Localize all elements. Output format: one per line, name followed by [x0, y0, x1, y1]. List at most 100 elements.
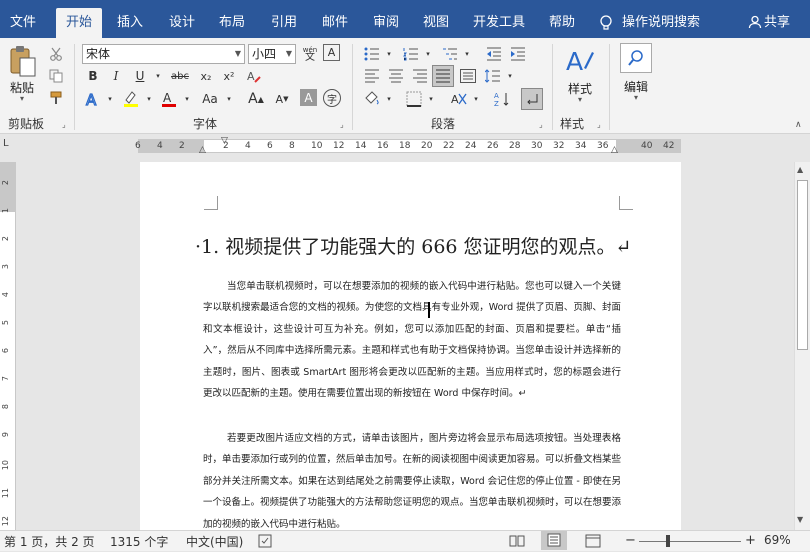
tab-home[interactable]: 开始	[56, 8, 102, 38]
chevron-down-icon[interactable]: ▾	[379, 89, 399, 109]
change-case-button[interactable]: Aa	[199, 89, 221, 109]
ruler-number: 32	[553, 141, 565, 151]
align-center-icon[interactable]	[386, 66, 406, 86]
align-right-icon[interactable]	[410, 66, 430, 86]
body-paragraph[interactable]: 若要更改图片适应文档的方式，请单击该图片，图片旁边将会显示布局选项按钮。当处理表…	[203, 428, 621, 530]
zoom-slider[interactable]	[639, 541, 741, 542]
tab-design[interactable]: 设计	[160, 8, 204, 38]
crop-mark	[619, 196, 633, 210]
styles-icon[interactable]: A	[564, 44, 596, 76]
chevron-down-icon[interactable]: ▾	[634, 93, 638, 102]
right-indent-marker-icon[interactable]: △	[611, 145, 618, 155]
paste-dropdown-icon[interactable]: ▾	[20, 94, 24, 103]
chevron-down-icon[interactable]: ▾	[466, 89, 486, 109]
font-size-combo[interactable]: 小四 ▼	[248, 44, 296, 64]
zoom-slider-thumb[interactable]	[666, 535, 671, 547]
zoom-in-button[interactable]: +	[745, 533, 756, 548]
word-count[interactable]: 1315 个字	[110, 533, 168, 550]
justify-icon[interactable]	[432, 65, 454, 87]
tell-me-search[interactable]: 操作说明搜索	[622, 8, 708, 38]
superscript-button[interactable]: x²	[219, 66, 239, 86]
sort-icon[interactable]: AZ	[492, 89, 512, 109]
copy-icon[interactable]	[46, 66, 66, 86]
paragraph-launcher-icon[interactable]: ⌟	[539, 120, 543, 129]
font-launcher-icon[interactable]: ⌟	[340, 120, 344, 129]
cut-icon[interactable]	[46, 44, 66, 64]
print-layout-icon[interactable]	[541, 531, 567, 550]
ruler-number: 26	[487, 141, 499, 151]
ruler-number: 30	[531, 141, 543, 151]
scroll-up-icon[interactable]: ▲	[797, 165, 803, 174]
decrease-indent-icon[interactable]	[484, 44, 504, 64]
tab-mailings[interactable]: 邮件	[313, 8, 357, 38]
grow-font-button[interactable]: A ▲	[246, 89, 266, 109]
search-icon[interactable]	[620, 43, 652, 73]
svg-text:A: A	[566, 47, 583, 76]
vertical-ruler[interactable]: 2 1 2 3 4 5 6 7 8 9 10 11 12	[0, 162, 16, 530]
align-left-icon[interactable]	[362, 66, 382, 86]
chevron-down-icon[interactable]: ▾	[421, 89, 441, 109]
clear-format-icon[interactable]: A	[244, 66, 264, 86]
ruler-number: 28	[509, 141, 521, 151]
wen-glyph: 文	[305, 52, 315, 63]
tab-layout[interactable]: 布局	[210, 8, 254, 38]
web-layout-icon[interactable]	[585, 534, 601, 551]
tab-help[interactable]: 帮助	[540, 8, 584, 38]
styles-launcher-icon[interactable]: ⌟	[597, 120, 601, 129]
left-indent-marker-icon[interactable]: △	[199, 145, 206, 155]
ruler-number: 8	[289, 141, 295, 151]
format-painter-icon[interactable]	[46, 88, 66, 108]
tab-file[interactable]: 文件	[0, 8, 46, 38]
underline-button[interactable]: U	[130, 66, 150, 86]
chevron-down-icon[interactable]: ▾	[418, 44, 438, 64]
chevron-down-icon[interactable]: ▾	[457, 44, 477, 64]
chevron-down-icon[interactable]: ▾	[177, 89, 197, 109]
chevron-down-icon[interactable]: ▾	[500, 66, 520, 86]
chevron-down-icon[interactable]: ▾	[379, 44, 399, 64]
chevron-down-icon[interactable]: ▾	[139, 89, 159, 109]
paste-icon[interactable]	[8, 44, 38, 78]
font-name-combo[interactable]: 宋体 ▼	[82, 44, 245, 64]
document-heading[interactable]: ·1. 视频提供了功能强大的 666 您证明您的观点。↵	[195, 232, 631, 259]
tab-references[interactable]: 引用	[262, 8, 306, 38]
scrollbar-thumb[interactable]	[797, 180, 808, 350]
char-border-button[interactable]: A	[323, 44, 340, 61]
distributed-icon[interactable]	[458, 66, 478, 86]
tab-view[interactable]: 视图	[414, 8, 458, 38]
tab-insert[interactable]: 插入	[108, 8, 152, 38]
horizontal-ruler[interactable]: 6 4 2 2 4 6 8 10 12 14 16 18 20 22 24 26 28 30 32 34 36 40 42 …	[135, 136, 681, 155]
italic-button[interactable]: I	[106, 66, 126, 86]
tab-selector-icon[interactable]: L	[3, 138, 15, 150]
clipboard-launcher-icon[interactable]: ⌟	[62, 120, 66, 129]
tab-review[interactable]: 审阅	[364, 8, 408, 38]
chevron-down-icon[interactable]: ▾	[578, 95, 582, 104]
share-button[interactable]: 共享	[764, 8, 804, 38]
char-shading-button[interactable]: A	[300, 89, 317, 106]
subscript-button[interactable]: x₂	[196, 66, 216, 86]
document-page[interactable]: ·1. 视频提供了功能强大的 666 您证明您的观点。↵ 当您单击联机视频时，可…	[140, 162, 681, 530]
strikethrough-button[interactable]: abc	[168, 66, 192, 86]
increase-indent-icon[interactable]	[508, 44, 528, 64]
show-marks-icon[interactable]	[521, 88, 543, 110]
read-mode-icon[interactable]	[509, 534, 525, 551]
chevron-down-icon[interactable]: ▾	[100, 89, 120, 109]
accessibility-icon[interactable]	[258, 534, 274, 551]
collapse-ribbon-icon[interactable]: ∧	[795, 120, 802, 130]
page-count[interactable]: 第 1 页，共 2 页	[4, 533, 95, 550]
chevron-down-icon[interactable]: ▾	[219, 89, 239, 109]
font-color-icon[interactable]: A	[159, 89, 179, 109]
shrink-font-button[interactable]: A ▼	[272, 89, 292, 109]
zoom-level[interactable]: 69%	[764, 533, 791, 547]
bold-button[interactable]: B	[83, 66, 103, 86]
language[interactable]: 中文(中国)	[186, 533, 243, 550]
first-indent-marker-icon[interactable]: ▽	[221, 136, 228, 146]
highlight-color-icon[interactable]	[121, 89, 141, 109]
scroll-down-icon[interactable]: ▼	[797, 515, 803, 524]
body-paragraph[interactable]: 当您单击联机视频时，可以在想要添加的视频的嵌入代码中进行粘贴。您也可以键入一个关…	[203, 276, 621, 404]
phonetic-guide-button[interactable]: wén 文	[300, 44, 320, 64]
vertical-scrollbar[interactable]: ▲ ▼	[794, 162, 810, 530]
zoom-out-button[interactable]: −	[625, 533, 636, 548]
tab-developer[interactable]: 开发工具	[466, 8, 532, 38]
enclose-char-button[interactable]: 字	[323, 89, 341, 107]
chevron-down-icon[interactable]: ▾	[148, 66, 168, 86]
